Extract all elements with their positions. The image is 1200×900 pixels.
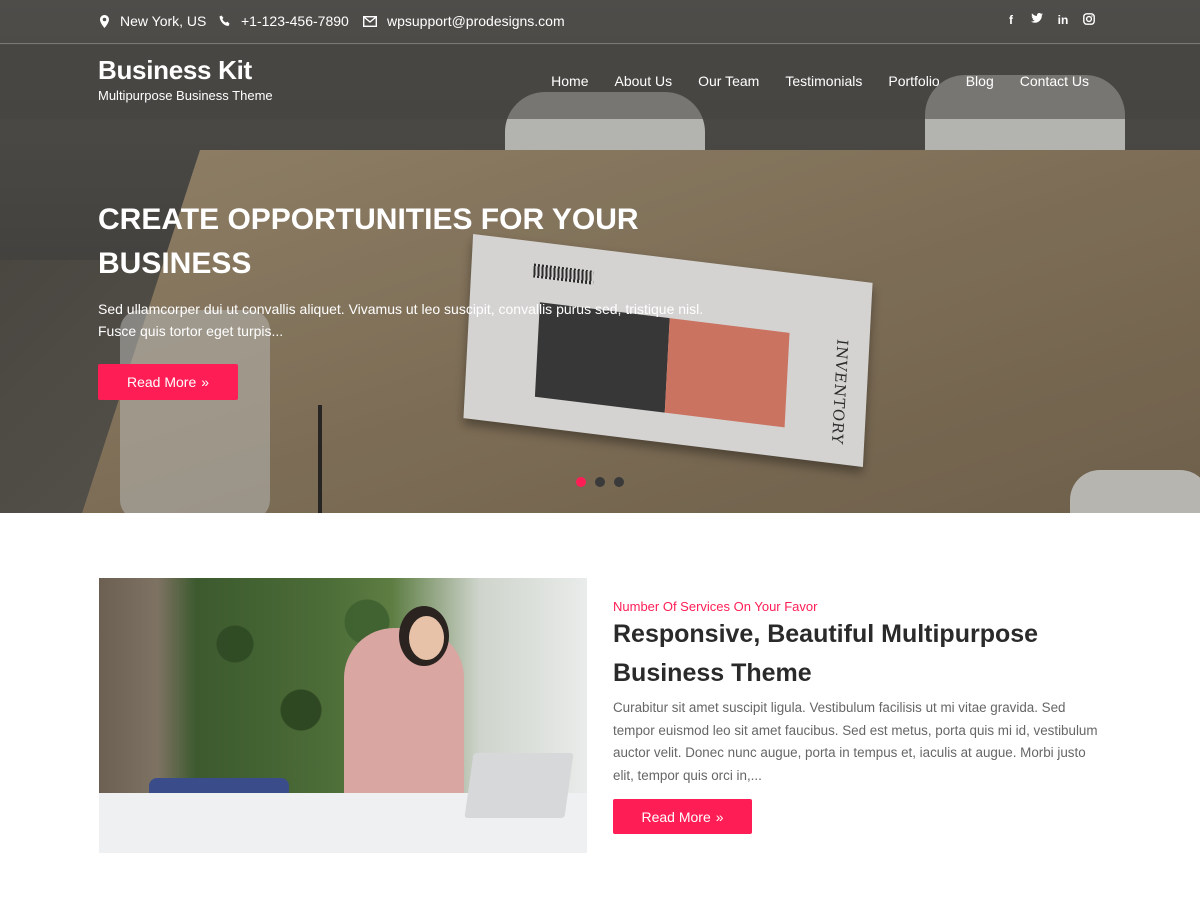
services-description: Curabitur sit amet suscipit ligula. Vest… xyxy=(613,700,1098,783)
map-marker-icon xyxy=(98,14,110,28)
nav-about-us[interactable]: About Us xyxy=(615,73,673,89)
twitter-icon[interactable] xyxy=(1031,13,1043,28)
nav-blog[interactable]: Blog xyxy=(966,73,994,89)
location-text: New York, US xyxy=(120,13,207,29)
nav-home[interactable]: Home xyxy=(551,73,588,89)
phone-icon xyxy=(219,14,231,28)
double-chevron-right-icon: » xyxy=(715,808,724,825)
location-info: New York, US xyxy=(98,13,206,29)
woman-face xyxy=(409,616,444,660)
facebook-icon[interactable]: f xyxy=(1005,13,1017,28)
hero-read-more-button[interactable]: Read More » xyxy=(98,364,238,400)
hero-description: Sed ullamcorper dui ut convallis aliquet… xyxy=(98,301,704,339)
social-links: f in xyxy=(1005,13,1095,28)
hero-title: CREATE OPPORTUNITIES FOR YOUR BUSINESS xyxy=(98,203,639,280)
top-bar: New York, US +1-123-456-7890 wpsupport@p… xyxy=(0,0,1200,44)
nav-contact-us[interactable]: Contact Us xyxy=(1020,73,1089,89)
phone-text: +1-123-456-7890 xyxy=(241,13,349,29)
services-subheading: Number Of Services On Your Favor xyxy=(613,599,818,614)
envelope-icon xyxy=(363,14,377,28)
hero-slider: INVENTORY New York, US +1-123-456-7890 w… xyxy=(0,0,1200,513)
phone-info[interactable]: +1-123-456-7890 xyxy=(219,13,349,29)
services-photo xyxy=(99,578,587,853)
site-logo[interactable]: Business Kit xyxy=(98,55,252,86)
slider-dot-1[interactable] xyxy=(576,477,586,487)
slider-dots xyxy=(576,477,624,487)
services-read-more-button[interactable]: Read More » xyxy=(613,799,752,834)
main-nav: Home About Us Our Team Testimonials Port… xyxy=(551,73,1089,89)
email-info[interactable]: wpsupport@prodesigns.com xyxy=(363,13,565,29)
site-tagline: Multipurpose Business Theme xyxy=(98,88,273,103)
slider-dot-3[interactable] xyxy=(614,477,624,487)
email-text: wpsupport@prodesigns.com xyxy=(387,13,565,29)
services-title: Responsive, Beautiful Multipurpose Busin… xyxy=(613,620,1039,687)
nav-testimonials[interactable]: Testimonials xyxy=(785,73,862,89)
site-header: Business Kit Multipurpose Business Theme… xyxy=(0,45,1200,119)
services-button-label: Read More xyxy=(641,808,711,825)
double-chevron-right-icon: » xyxy=(201,374,210,390)
linkedin-icon[interactable]: in xyxy=(1057,13,1069,28)
nav-portfolio[interactable]: Portfolio xyxy=(888,73,939,89)
hero-button-label: Read More xyxy=(126,374,197,390)
nav-our-team[interactable]: Our Team xyxy=(698,73,759,89)
laptop xyxy=(464,753,574,818)
slider-dot-2[interactable] xyxy=(595,477,605,487)
instagram-icon[interactable] xyxy=(1083,13,1095,28)
